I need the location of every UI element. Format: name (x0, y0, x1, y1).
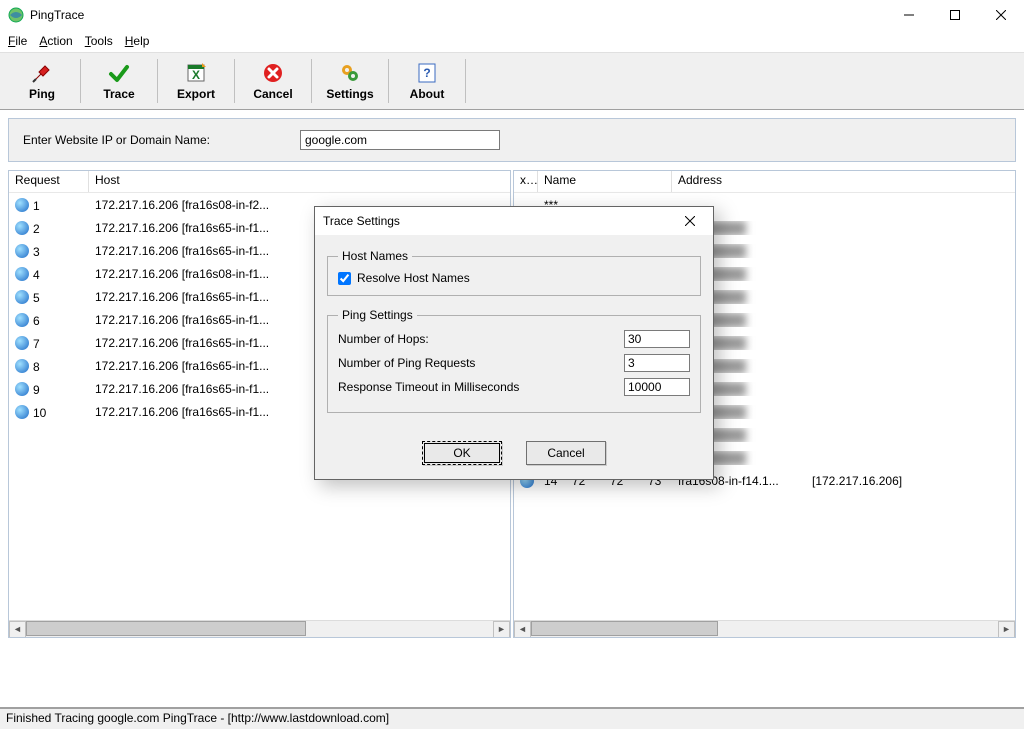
app-icon (8, 7, 24, 23)
hostnames-group: Host Names Resolve Host Names (327, 249, 701, 296)
menu-action[interactable]: Action (39, 34, 72, 48)
window-title: PingTrace (30, 8, 886, 22)
check-icon (107, 61, 131, 85)
right-scrollbar[interactable]: ◄► (514, 620, 1015, 637)
timeout-label: Response Timeout in Milliseconds (338, 380, 519, 394)
trace-button[interactable]: Trace (83, 55, 155, 107)
window-titlebar: PingTrace (0, 0, 1024, 30)
col-request[interactable]: Request (9, 171, 89, 192)
address-label: Enter Website IP or Domain Name: (23, 133, 210, 147)
col-hop[interactable]: x... (514, 171, 538, 192)
globe-icon (15, 221, 29, 235)
resolve-hostnames-checkbox[interactable] (338, 272, 351, 285)
resolve-hostnames-label: Resolve Host Names (357, 271, 470, 285)
status-bar: Finished Tracing google.com PingTrace - … (0, 707, 1024, 729)
menu-file[interactable]: FFileile (8, 34, 27, 48)
help-icon: ? (415, 61, 439, 85)
dialog-ok-button[interactable]: OK (422, 441, 502, 465)
globe-icon (15, 336, 29, 350)
left-scrollbar[interactable]: ◄► (9, 620, 510, 637)
cancel-button[interactable]: Cancel (237, 55, 309, 107)
globe-icon (15, 359, 29, 373)
export-excel-icon: X (184, 61, 208, 85)
globe-icon (15, 267, 29, 281)
address-input[interactable] (300, 130, 500, 150)
globe-icon (15, 290, 29, 304)
menu-help[interactable]: Help (125, 34, 150, 48)
window-minimize-button[interactable] (886, 0, 932, 30)
globe-icon (15, 405, 29, 419)
timeout-input[interactable] (624, 378, 690, 396)
about-button[interactable]: ? About (391, 55, 463, 107)
pin-icon (30, 61, 54, 85)
globe-icon (15, 198, 29, 212)
settings-button[interactable]: Settings (314, 55, 386, 107)
ping-settings-group: Ping Settings Number of Hops: Number of … (327, 308, 701, 413)
ping-requests-input[interactable] (624, 354, 690, 372)
window-maximize-button[interactable] (932, 0, 978, 30)
export-button[interactable]: X Export (160, 55, 232, 107)
dialog-cancel-button[interactable]: Cancel (526, 441, 606, 465)
dialog-close-button[interactable] (675, 207, 705, 235)
globe-icon (15, 244, 29, 258)
svg-text:X: X (192, 68, 200, 82)
hops-label: Number of Hops: (338, 332, 429, 346)
address-panel: Enter Website IP or Domain Name: (8, 118, 1016, 162)
ping-requests-label: Number of Ping Requests (338, 356, 475, 370)
toolbar: Ping Trace X Export Cancel Settings ? Ab… (0, 52, 1024, 110)
ping-button[interactable]: Ping (6, 55, 78, 107)
col-address[interactable]: Address (672, 171, 1015, 192)
col-name[interactable]: Name (538, 171, 672, 192)
hops-input[interactable] (624, 330, 690, 348)
gear-icon (338, 61, 362, 85)
menu-bar: FFileile Action Tools Help (0, 30, 1024, 52)
dialog-title: Trace Settings (323, 214, 675, 228)
window-close-button[interactable] (978, 0, 1024, 30)
globe-icon (15, 313, 29, 327)
trace-settings-dialog: Trace Settings Host Names Resolve Host N… (314, 206, 714, 480)
menu-tools[interactable]: Tools (85, 34, 113, 48)
globe-icon (15, 382, 29, 396)
col-host[interactable]: Host (89, 171, 510, 192)
cancel-icon (261, 61, 285, 85)
svg-text:?: ? (423, 66, 430, 80)
